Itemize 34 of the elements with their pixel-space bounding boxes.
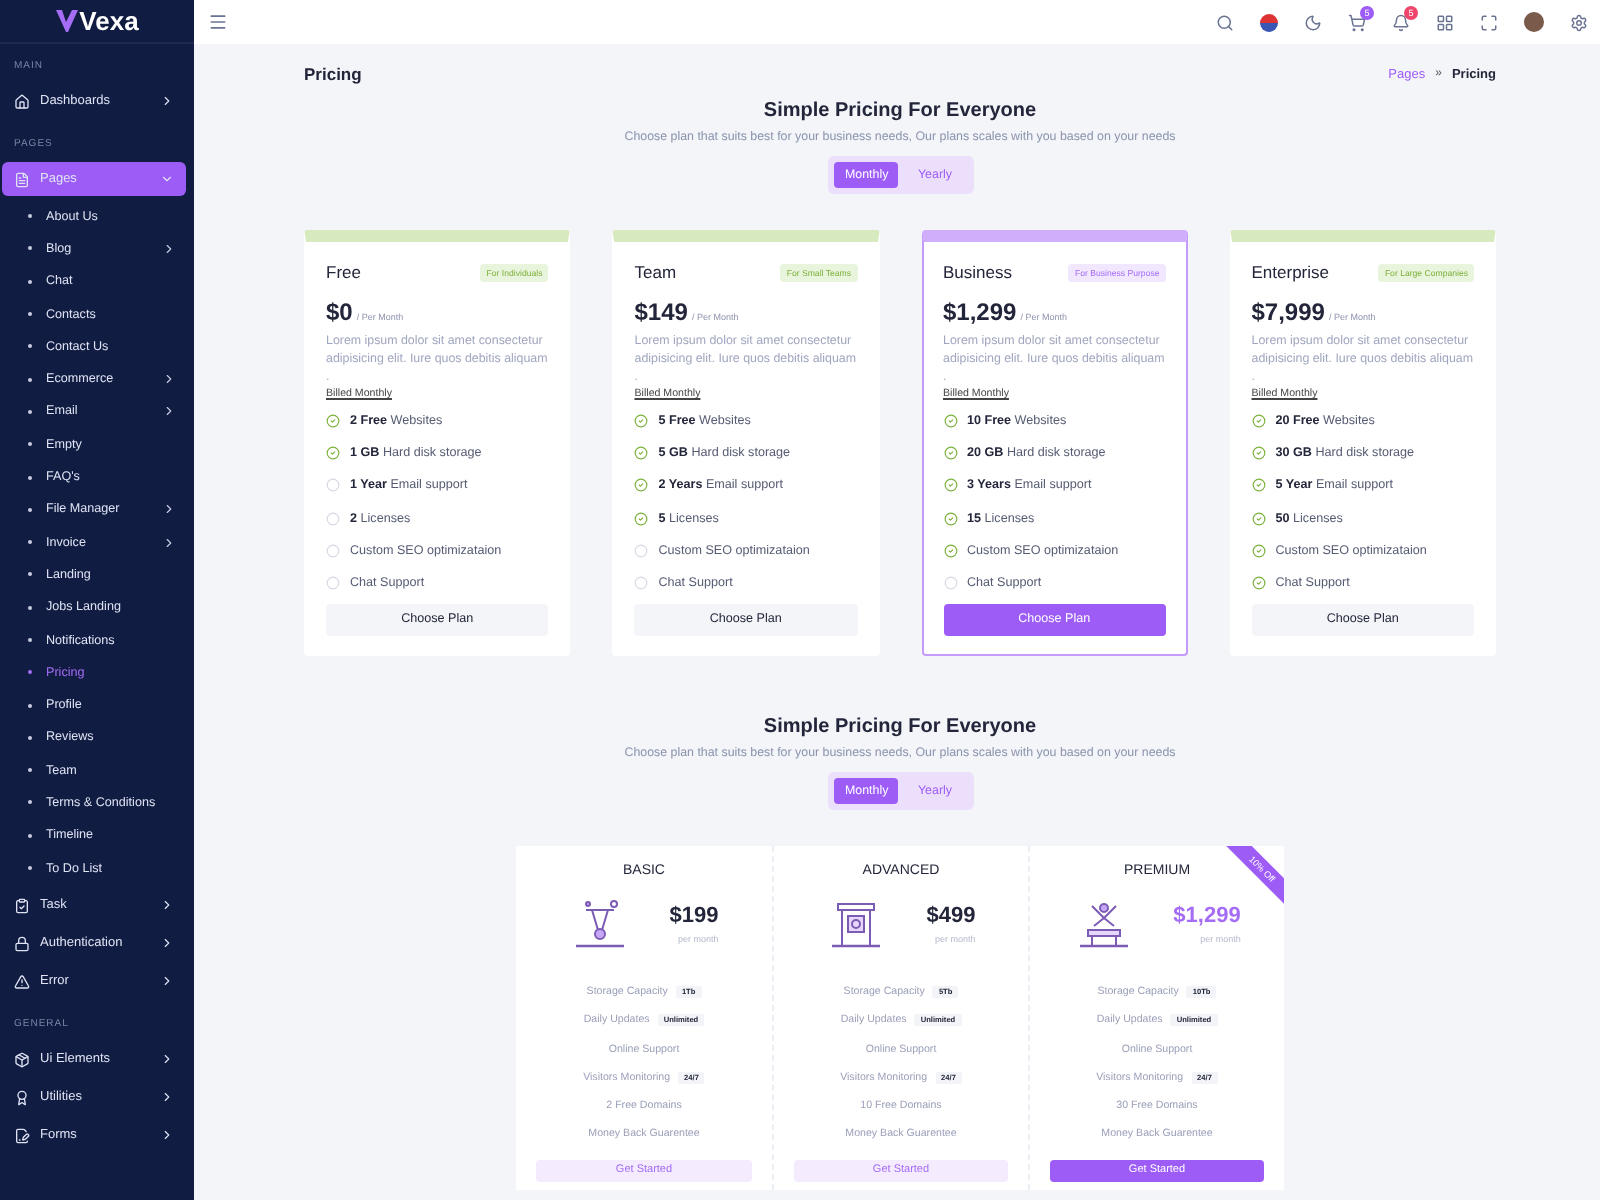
brand-name: Vexa [79,6,139,36]
cart-icon[interactable] [1348,13,1366,31]
nav-icon [14,1051,30,1068]
menu-icon[interactable] [208,12,228,32]
plan-name: Free [326,262,361,282]
tier-price: $199 [669,903,719,928]
plan-name: Enterprise [1251,262,1329,282]
logo-icon [55,10,78,32]
plan-name: Business [943,262,1012,282]
plan-price: $0 [326,298,353,326]
tier-price: $499 [926,903,976,928]
section-heading: Simple Pricing For Everyone [761,715,1039,738]
nav-icon [14,897,30,914]
apps-icon[interactable] [1436,13,1454,31]
nav-icon [14,1127,30,1144]
bell-icon[interactable] [1392,13,1410,31]
nav-icon [14,171,30,187]
nav-icon [14,93,30,109]
nav-icon [14,935,30,952]
flag-icon[interactable] [1260,13,1278,31]
tier-price: $1,299 [1173,903,1241,928]
search-icon[interactable] [1216,13,1234,31]
plan-price: $149 [634,298,688,326]
plan-name: Team [634,262,677,282]
moon-icon[interactable] [1304,13,1322,31]
nav-icon [14,1089,30,1106]
plan-price: $7,999 [1251,298,1325,326]
settings-icon[interactable] [1570,13,1588,31]
fullscreen-icon[interactable] [1480,13,1498,31]
page-title: Pricing [304,64,362,84]
plan-price: $1,299 [943,298,1017,326]
section-heading: Simple Pricing For Everyone [761,100,1039,122]
avatar[interactable] [1524,12,1544,32]
nav-icon [14,973,30,990]
